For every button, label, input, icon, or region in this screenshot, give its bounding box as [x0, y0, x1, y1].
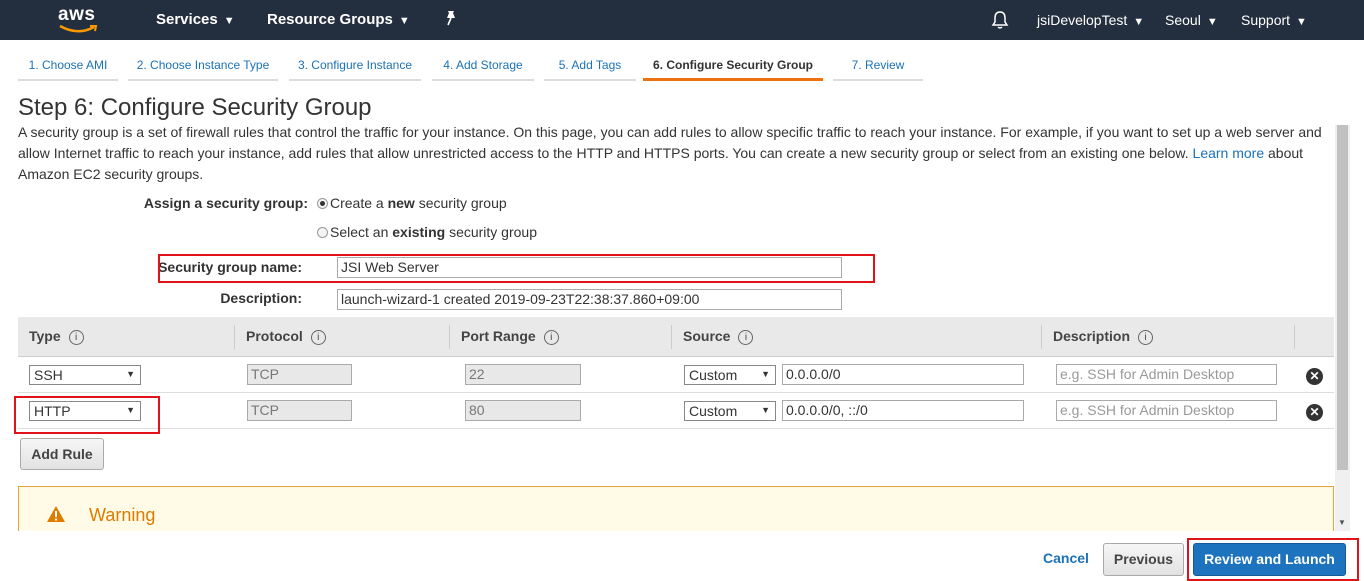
previous-button[interactable]: Previous	[1103, 543, 1184, 576]
protocol-field: TCP	[247, 364, 352, 385]
tab-configure-instance[interactable]: 3. Configure Instance	[289, 52, 421, 81]
dropdown-arrow-icon: ▼	[126, 369, 135, 379]
rules-table-header: Type i Protocol i Port Range i Source i Desc…	[18, 317, 1334, 357]
region-menu[interactable]: Seoul ▼	[1165, 12, 1218, 28]
source-mode-value: Custom	[689, 403, 738, 419]
radio-existing-text-post: security group	[449, 224, 537, 240]
radio-selected-icon[interactable]	[317, 198, 328, 209]
description-label: Description:	[220, 290, 302, 306]
table-row: HTTP ▼ TCP 80 Custom ▼ 0.0.0.0/0, ::/0 e.g…	[18, 393, 1334, 429]
source-mode-select[interactable]: Custom ▼	[684, 365, 776, 385]
services-menu[interactable]: Services ▼	[156, 11, 235, 28]
column-divider	[234, 325, 235, 349]
col-description-label: Description	[1053, 328, 1131, 344]
aws-logo[interactable]: aws	[58, 4, 104, 36]
region-label: Seoul	[1165, 12, 1201, 28]
radio-select-existing[interactable]: Select an existing security group	[317, 224, 537, 240]
remove-rule-icon[interactable]: ✕	[1306, 404, 1323, 421]
type-value: SSH	[34, 367, 63, 383]
radio-unselected-icon[interactable]	[317, 227, 328, 238]
dropdown-arrow-icon: ▼	[761, 369, 770, 379]
warning-icon	[46, 505, 66, 526]
aws-smile-icon	[59, 24, 98, 33]
account-menu[interactable]: jsiDevelopTest ▼	[1037, 12, 1144, 28]
notifications-bell-icon[interactable]	[991, 10, 1009, 33]
cancel-link[interactable]: Cancel	[1043, 550, 1089, 566]
info-icon[interactable]: i	[543, 330, 559, 345]
info-icon[interactable]: i	[1138, 330, 1154, 345]
rule-description-input[interactable]: e.g. SSH for Admin Desktop	[1056, 364, 1277, 385]
chevron-down-icon: ▼	[398, 15, 410, 27]
account-label: jsiDevelopTest	[1037, 12, 1128, 28]
radio-new-text-pre: Create a	[330, 195, 384, 211]
intro-text: A security group is a set of firewall ru…	[18, 124, 1322, 161]
radio-existing-text-bold: existing	[392, 224, 446, 240]
learn-more-link[interactable]: Learn more	[1193, 145, 1265, 161]
source-cidr-input[interactable]: 0.0.0.0/0	[782, 364, 1024, 385]
info-icon[interactable]: i	[68, 330, 84, 345]
support-label: Support	[1241, 12, 1291, 28]
column-divider	[449, 325, 450, 349]
description-input[interactable]: launch-wizard-1 created 2019-09-23T22:38…	[337, 289, 842, 310]
column-divider	[1041, 325, 1042, 349]
assign-label: Assign a security group:	[143, 195, 308, 211]
tab-choose-instance-type[interactable]: 2. Choose Instance Type	[128, 52, 278, 81]
highlight-box-type	[14, 396, 160, 434]
radio-new-text-bold: new	[387, 195, 415, 211]
tab-configure-security-group[interactable]: 6. Configure Security Group	[643, 52, 823, 81]
chevron-down-icon: ▼	[223, 15, 235, 27]
content-scrollbar[interactable]: ▼	[1335, 125, 1350, 531]
tab-add-storage[interactable]: 4. Add Storage	[432, 52, 534, 81]
source-mode-value: Custom	[689, 367, 738, 383]
scroll-down-icon[interactable]: ▼	[1338, 518, 1346, 527]
intro-paragraph: A security group is a set of firewall ru…	[18, 122, 1328, 185]
info-icon[interactable]: i	[310, 330, 326, 345]
col-port-range: Port Range i	[461, 328, 559, 345]
page-title: Step 6: Configure Security Group	[18, 94, 372, 121]
port-range-field: 80	[465, 400, 581, 421]
chevron-down-icon: ▼	[1206, 16, 1218, 28]
rule-description-input[interactable]: e.g. SSH for Admin Desktop	[1056, 400, 1277, 421]
chevron-down-icon: ▼	[1296, 16, 1307, 28]
radio-new-text-post: security group	[418, 195, 507, 211]
col-port-label: Port Range	[461, 328, 536, 344]
resource-groups-menu[interactable]: Resource Groups ▼	[267, 11, 410, 28]
support-menu[interactable]: Support ▼	[1241, 12, 1307, 28]
col-protocol-label: Protocol	[246, 328, 303, 344]
add-rule-button[interactable]: Add Rule	[20, 438, 104, 470]
col-source-label: Source	[683, 328, 731, 344]
top-nav-bar: aws Services ▼ Resource Groups ▼ jsiDevelo…	[0, 0, 1364, 40]
warning-title: Warning	[89, 505, 156, 525]
column-divider	[1294, 325, 1295, 349]
tab-review[interactable]: 7. Review	[833, 52, 923, 81]
wizard-footer: Cancel Previous Review and Launch	[0, 531, 1364, 581]
source-mode-select[interactable]: Custom ▼	[684, 401, 776, 421]
dropdown-arrow-icon: ▼	[761, 405, 770, 415]
col-protocol: Protocol i	[246, 328, 326, 345]
source-cidr-input[interactable]: 0.0.0.0/0, ::/0	[782, 400, 1024, 421]
col-type: Type i	[29, 328, 84, 345]
column-divider	[671, 325, 672, 349]
highlight-box-review	[1187, 538, 1359, 581]
services-label: Services	[156, 11, 218, 28]
protocol-field: TCP	[247, 400, 352, 421]
pin-icon[interactable]	[444, 10, 458, 30]
chevron-down-icon: ▼	[1133, 16, 1145, 28]
type-select[interactable]: SSH ▼	[29, 365, 141, 385]
tab-add-tags[interactable]: 5. Add Tags	[544, 52, 636, 81]
radio-existing-text-pre: Select an	[330, 224, 389, 240]
remove-rule-icon[interactable]: ✕	[1306, 368, 1323, 385]
radio-create-new[interactable]: Create a new security group	[317, 195, 507, 211]
table-row: SSH ▼ TCP 22 Custom ▼ 0.0.0.0/0 e.g. SSH f…	[18, 357, 1334, 393]
info-icon[interactable]: i	[738, 330, 754, 345]
col-source: Source i	[683, 328, 754, 345]
port-range-field: 22	[465, 364, 581, 385]
resource-groups-label: Resource Groups	[267, 11, 393, 28]
scrollbar-thumb[interactable]	[1337, 125, 1348, 470]
col-type-label: Type	[29, 328, 61, 344]
highlight-box-name	[158, 254, 875, 283]
col-description: Description i	[1053, 328, 1154, 345]
tab-choose-ami[interactable]: 1. Choose AMI	[18, 52, 118, 81]
aws-logo-text: aws	[58, 4, 96, 25]
